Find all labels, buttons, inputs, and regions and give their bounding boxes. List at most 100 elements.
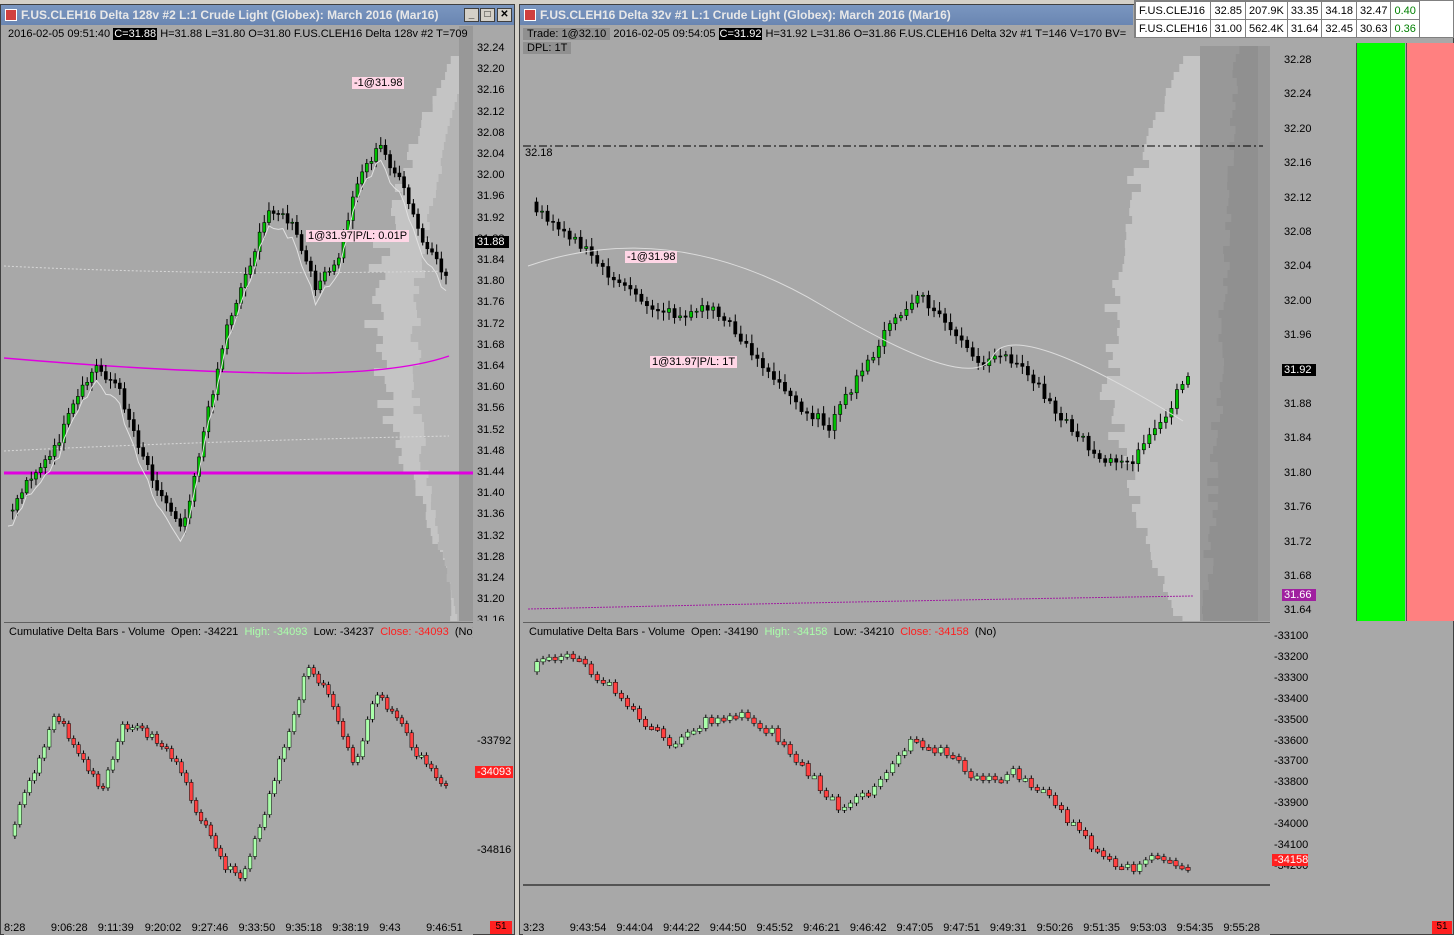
quote-row[interactable]: F.US.CLEH16 31.00 562.4K 31.64 32.45 30.… — [1134, 19, 1420, 38]
volume-profile-bar — [438, 174, 459, 182]
volume-profile-bar — [1224, 358, 1258, 366]
delta-bar — [120, 724, 125, 742]
volume-profile-bar — [1229, 238, 1258, 246]
volume-profile-bar — [1230, 118, 1258, 126]
price-tick-label: 32.16 — [1284, 157, 1312, 170]
minimize-button[interactable]: _ — [464, 8, 479, 22]
price-candle — [727, 320, 732, 322]
volume-profile-bar — [1208, 582, 1258, 590]
delta-bar — [336, 706, 341, 722]
price-tick-label: 32.20 — [477, 63, 505, 76]
close-button[interactable]: ✕ — [497, 8, 512, 22]
delta-bar — [938, 747, 944, 754]
price-candle — [633, 288, 638, 295]
volume-profile-bar — [413, 382, 459, 390]
volume-profile-bar — [443, 550, 459, 558]
right-chart-titlebar[interactable]: F.US.CLEH16 Delta 32v #1 L:1 Crude Light… — [520, 5, 1133, 25]
price-candle — [1164, 416, 1168, 423]
left-study-label: -33792 — [477, 735, 512, 747]
price-candle — [772, 371, 776, 380]
volume-profile-bar — [1122, 264, 1200, 272]
price-candle — [976, 356, 981, 363]
time-tick-label: 9:44:50 — [709, 922, 747, 934]
volume-profile-bar — [1213, 558, 1258, 566]
left-sell-order-tag[interactable]: -1@31.98 — [352, 77, 405, 89]
delta-bar — [287, 731, 292, 748]
right-sell-order-tag[interactable]: -1@31.98 — [625, 251, 678, 263]
delta-bar — [135, 725, 140, 729]
volume-profile-bar — [1217, 430, 1258, 438]
delta-bar — [164, 746, 169, 749]
maximize-button[interactable]: □ — [480, 8, 495, 22]
right-price-pane[interactable]: Trade: 1@32.10 2016-02-05 09:54:05 C=31.… — [523, 26, 1270, 621]
price-tick-label: 31.64 — [477, 360, 505, 372]
volume-profile-bar — [457, 94, 459, 102]
volume-profile-bar — [1235, 54, 1258, 62]
price-candle — [183, 517, 187, 527]
left-study-pane[interactable]: Cumulative Delta Bars - Volume Open: -34… — [4, 622, 473, 919]
price-candle — [71, 403, 76, 414]
volume-profile-bar — [1223, 366, 1258, 374]
right-study-name: Cumulative Delta Bars - Volume — [529, 626, 685, 638]
delta-bar — [115, 741, 120, 760]
price-tick-label: 32.12 — [477, 105, 505, 118]
delta-bar — [345, 736, 351, 748]
time-tick-label: 9:54:35 — [1176, 922, 1214, 934]
delta-bar — [331, 694, 336, 707]
right-price-axis[interactable]: 32.28 32.24 32.20 32.16 32.12 32.08 32.04 32.00… — [1280, 26, 1355, 621]
delta-bar — [238, 872, 243, 879]
time-tick-label: 9:46:21 — [803, 922, 840, 934]
time-tick-label: 3:23 — [523, 922, 545, 934]
volume-profile-bar — [1127, 176, 1200, 184]
time-tick-label: 9:46:42 — [849, 922, 887, 934]
quote-board[interactable]: F.US.CLEJ16 32.85 207.9K 33.35 34.18 32.… — [1134, 0, 1454, 38]
delta-bar — [564, 653, 570, 658]
quote-row[interactable]: F.US.CLEJ16 32.85 207.9K 33.35 34.18 32.… — [1134, 1, 1420, 20]
delta-bar — [914, 739, 920, 743]
right-buy-order-tag[interactable]: 1@31.97|P/L: 1T — [650, 356, 738, 368]
volume-profile-bar — [1152, 560, 1200, 568]
volume-profile-bar — [1173, 608, 1200, 616]
delta-bar — [793, 753, 799, 763]
volume-profile-bar — [1135, 472, 1200, 480]
volume-profile-bar — [435, 510, 459, 518]
volume-profile-bar — [1124, 424, 1200, 432]
left-price-axis[interactable]: 32.24 32.20 32.16 32.12 32.08 32.04 32.00 31.96… — [473, 26, 513, 621]
price-candle — [10, 509, 15, 512]
right-time-axis[interactable]: 3:23 9:43:54 9:44:04 9:44:22 9:44:50 9:45:52 9… — [523, 919, 1270, 935]
delta-bar — [1046, 789, 1052, 796]
volume-profile-bar — [1117, 312, 1200, 320]
right-study-header: Cumulative Delta Bars - Volume Open: -34… — [529, 626, 996, 638]
left-buy-order-tag[interactable]: 1@31.97|P/L: 0.01P — [306, 230, 410, 242]
volume-profile-bar — [1111, 416, 1200, 424]
volume-profile-bar — [1235, 126, 1258, 134]
right-study-low: Low: -34210 — [833, 626, 895, 638]
left-info-rest: H=31.88 L=31.80 O=31.80 F.US.CLEH16 Delt… — [160, 28, 468, 40]
time-tick-label: 9:44:04 — [616, 922, 654, 934]
volume-profile-bar — [1210, 454, 1258, 462]
right-study-flag: (No) — [974, 626, 997, 638]
right-study-pane[interactable]: Cumulative Delta Bars - Volume Open: -34… — [523, 622, 1270, 919]
delta-bar — [1107, 856, 1113, 860]
right-bottom-badge: 51 — [1432, 921, 1452, 934]
delta-bar — [105, 769, 111, 789]
delta-bar — [208, 824, 213, 837]
left-chart-titlebar[interactable]: F.US.CLEH16 Delta 128v #2 L:1 Crude Ligh… — [1, 5, 514, 25]
volume-profile-bar — [1217, 462, 1258, 470]
left-time-axis[interactable]: 8:28 9:06:28 9:11:39 9:20:02 9:27:46 9:33:50 9… — [4, 919, 473, 935]
volume-profile-bar — [1131, 504, 1200, 512]
volume-profile-bar — [1233, 62, 1258, 70]
delta-bar — [350, 747, 355, 763]
left-price-pane[interactable]: 2016-02-05 09:51:40 C=31.88 H=31.88 L=31… — [4, 26, 473, 621]
right-study-axis[interactable]: -33100 -33200 -33300 -33400 -33500 -33600 -337… — [1270, 622, 1354, 919]
delta-bar — [835, 796, 841, 811]
study-tick-label: -33600 — [1274, 734, 1309, 747]
volume-profile-bar — [1163, 584, 1200, 592]
delta-bar — [799, 761, 805, 766]
price-candle — [926, 294, 931, 309]
price-candle — [159, 489, 164, 497]
left-chart-window: F.US.CLEH16 Delta 128v #2 L:1 Crude Ligh… — [0, 4, 515, 935]
delta-bar — [316, 673, 321, 684]
left-study-axis[interactable]: -33792 -34816 -34093 — [473, 622, 513, 919]
volume-profile-bar — [1182, 616, 1200, 621]
